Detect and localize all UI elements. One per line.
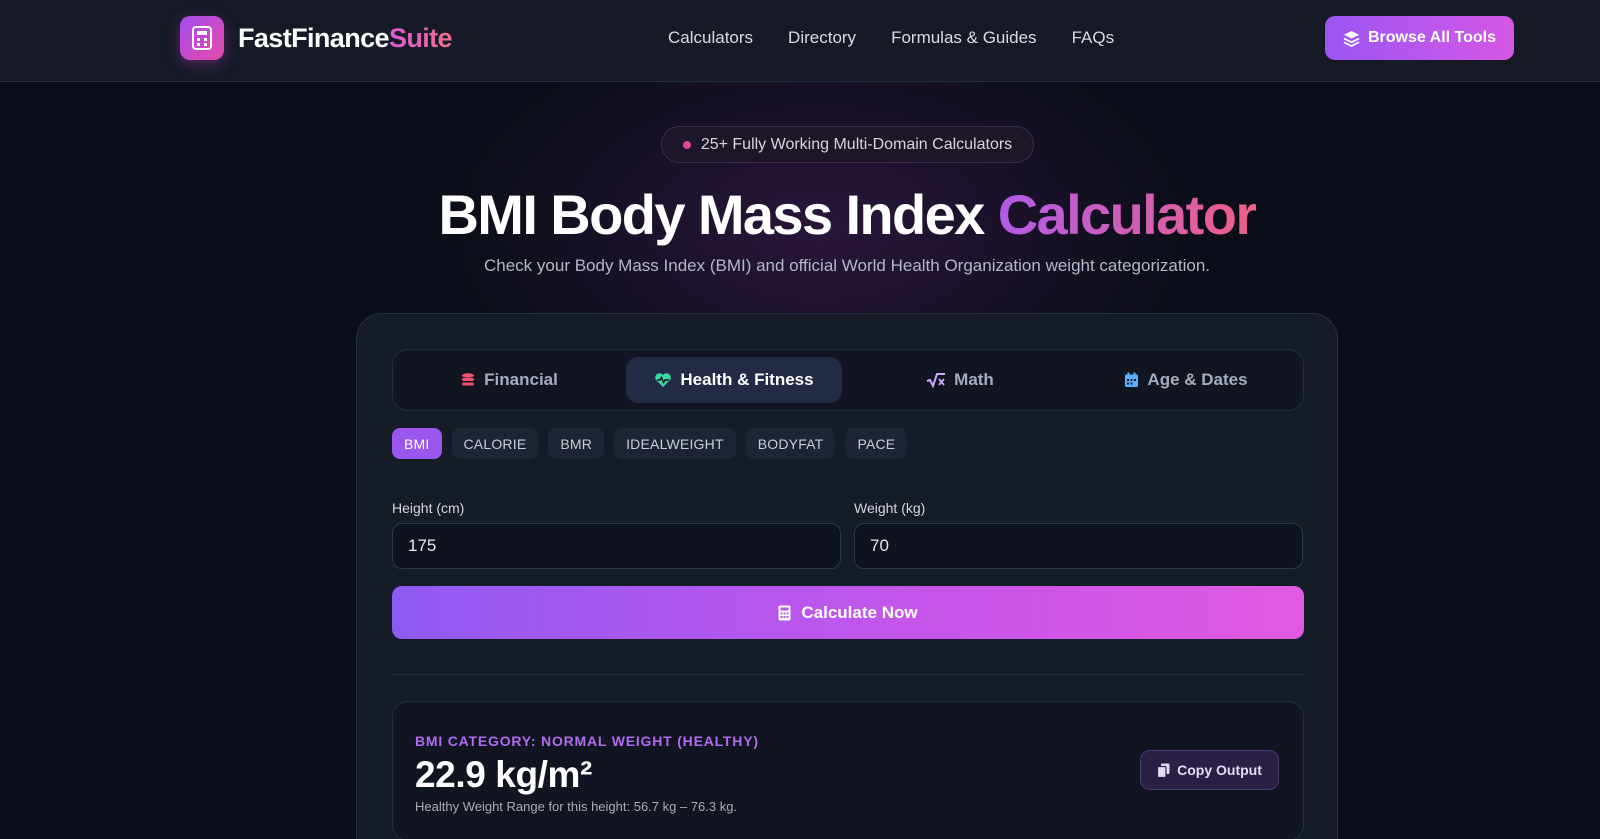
calculator-icon [180,16,224,60]
subtab-bodyfat[interactable]: BODYFAT [745,428,836,459]
feature-pill-text: 25+ Fully Working Multi-Domain Calculato… [700,135,1013,153]
main-nav: Calculators Directory Formulas & Guides … [668,26,1114,50]
nav-directory[interactable]: Directory [788,26,856,50]
height-label: Height (cm) [392,500,465,516]
calculate-now-label: Calculate Now [801,602,918,622]
brand-name-accent: Suite [388,22,453,53]
subtab-calorie[interactable]: CALORIE [451,428,539,459]
calendar-icon [1124,372,1139,388]
calculator-icon [778,605,791,621]
dot-icon [682,140,691,149]
tab-health-fitness-label: Health & Fitness [680,370,814,389]
copy-output-label: Copy Output [1177,762,1262,778]
result-panel: BMI CATEGORY: NORMAL WEIGHT (HEALTHY) 22… [392,701,1304,839]
subtab-bmr[interactable]: BMR [548,428,605,459]
nav-formulas-guides[interactable]: Formulas & Guides [891,26,1037,50]
bmi-value: 22.9 kg/m² [415,754,592,795]
weight-label: Weight (kg) [854,500,926,516]
browse-all-tools-label: Browse All Tools [1367,29,1496,46]
tab-financial[interactable]: Financial [401,357,617,403]
tab-math[interactable]: Math [852,357,1068,403]
tab-age-dates[interactable]: Age & Dates [1078,357,1294,403]
tab-age-dates-label: Age & Dates [1147,370,1248,389]
feature-pill: 25+ Fully Working Multi-Domain Calculato… [661,126,1034,163]
tab-health-fitness[interactable]: Health & Fitness [626,357,842,403]
category-tabs: Financial Health & Fitness Math Age & Da… [392,349,1304,411]
page-title-accent: Calculator [997,183,1257,246]
subtab-bmi[interactable]: BMI [392,428,442,459]
calculator-subtabs: BMI CALORIE BMR IDEALWEIGHT BODYFAT PACE [392,428,908,459]
divider [392,674,1304,675]
healthy-weight-range: Healthy Weight Range for this height: 56… [415,799,738,814]
brand-logo[interactable]: FastFinanceSuite [180,16,453,60]
tab-financial-label: Financial [484,370,558,389]
calculate-now-button[interactable]: Calculate Now [392,586,1304,639]
copy-output-button[interactable]: Copy Output [1140,750,1279,790]
subtab-idealweight[interactable]: IDEALWEIGHT [614,428,736,459]
calculator-card: Financial Health & Fitness Math Age & Da… [356,313,1338,839]
browse-all-tools-button[interactable]: Browse All Tools [1325,16,1514,60]
weight-input[interactable] [854,523,1303,569]
brand-name-main: FastFinance [238,22,390,53]
subtab-pace[interactable]: PACE [845,428,908,459]
page-subtitle: Check your Body Mass Index (BMI) and off… [484,256,1210,275]
page-title-main: BMI Body Mass Index [438,183,998,246]
tab-math-label: Math [954,370,994,389]
bmi-category: BMI CATEGORY: NORMAL WEIGHT (HEALTHY) [415,733,759,749]
heart-pulse-icon [654,372,672,388]
brand-name: FastFinanceSuite [238,22,453,54]
coins-icon [460,372,476,388]
top-header: FastFinanceSuite Calculators Directory F… [0,0,1600,82]
layers-icon [1343,30,1360,47]
height-input[interactable] [392,523,841,569]
copy-icon [1157,763,1170,778]
nav-calculators[interactable]: Calculators [668,26,753,50]
page-title: BMI Body Mass Index Calculator [0,182,1600,247]
square-root-icon [926,372,946,388]
nav-faqs[interactable]: FAQs [1072,26,1115,50]
